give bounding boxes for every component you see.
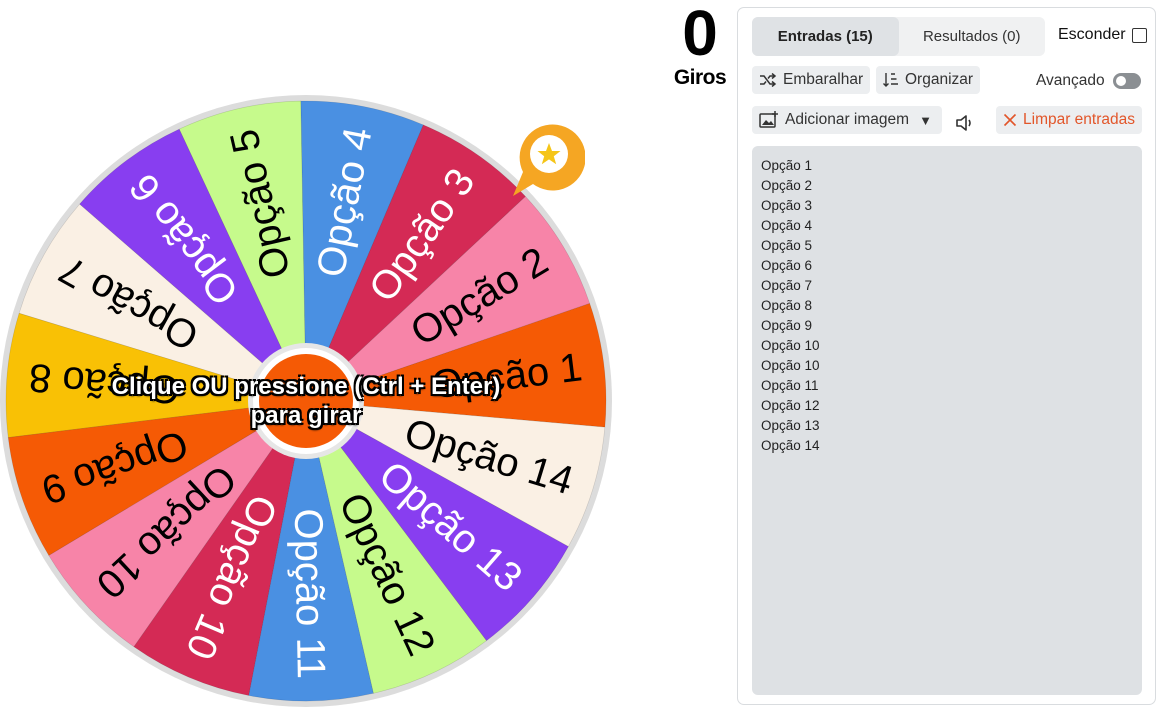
entry-line: Opção 5: [761, 238, 813, 253]
add-image-label: Adicionar imagem: [785, 111, 910, 128]
entry-line: Opção 8: [761, 298, 813, 313]
entry-line: Opção 10: [761, 338, 820, 353]
hide-toggle[interactable]: Esconder: [1058, 26, 1147, 44]
entry-line: Opção 1: [761, 158, 813, 173]
advanced-switch[interactable]: [1112, 73, 1141, 89]
entry-line: Opção 2: [761, 178, 813, 193]
hide-checkbox[interactable]: [1131, 27, 1147, 43]
entries-textarea[interactable]: Opção 1 Opção 2 Opção 3 Opção 4 Opção 5 Opção…: [752, 146, 1142, 695]
spin-counter: 0 Giros: [664, 0, 736, 90]
entry-line: Opção 12: [761, 398, 820, 413]
shuffle-label: Embaralhar: [783, 71, 864, 88]
tab-results[interactable]: Resultados (0): [899, 17, 1046, 56]
wheel-pointer-icon: [513, 124, 585, 196]
clear-entries-button[interactable]: Limpar entradas: [996, 106, 1143, 134]
entry-line: Opção 10: [761, 358, 820, 373]
wheel-slice-label: Opção 11: [286, 508, 333, 679]
advanced-label: Avançado: [1036, 72, 1105, 89]
tab-entries[interactable]: Entradas (15): [752, 17, 899, 56]
entry-line: Opção 6: [761, 258, 813, 273]
add-image-button[interactable]: Adicionar imagem ▼: [752, 106, 942, 134]
panel-tabs: Entradas (15) Resultados (0): [752, 17, 1045, 56]
add-image-icon: [759, 111, 778, 128]
shuffle-icon: [760, 73, 777, 87]
entry-line: Opção 14: [761, 438, 820, 453]
spin-count-value: 0: [682, 0, 718, 69]
sort-label: Organizar: [905, 71, 974, 88]
advanced-toggle[interactable]: Avançado: [1036, 72, 1141, 90]
spin-hint-line-1: Clique OU pressione (Ctrl + Enter): [111, 373, 501, 400]
close-icon: [1003, 113, 1017, 127]
entry-line: Opção 13: [761, 418, 820, 433]
entry-line: Opção 11: [761, 378, 819, 393]
entries-panel: Entradas (15) Resultados (0) Esconder Em…: [737, 7, 1156, 705]
spin-hint: Clique OU pressione (Ctrl + Enter) para …: [56, 372, 556, 430]
hide-label: Esconder: [1058, 26, 1126, 43]
entry-line: Opção 3: [761, 198, 813, 213]
spin-hint-line-2: para girar: [250, 402, 362, 429]
spin-wheel[interactable]: Opção 1Opção 2Opção 3Opção 4Opção 5Opção…: [0, 0, 620, 711]
clear-entries-label: Limpar entradas: [1023, 111, 1136, 128]
speaker-icon[interactable]: [954, 112, 976, 134]
shuffle-button[interactable]: Embaralhar: [752, 66, 871, 94]
entry-line: Opção 7: [761, 278, 813, 293]
dropdown-arrow-icon: ▼: [919, 112, 932, 128]
entry-line: Opção 4: [761, 218, 813, 233]
sort-icon: [883, 73, 898, 87]
entry-line: Opção 9: [761, 318, 813, 333]
sort-button[interactable]: Organizar: [876, 66, 981, 94]
spin-count-label: Giros: [673, 66, 727, 89]
wheel-area[interactable]: Opção 1 Opção 2 Opção 3 Opção 4 Opção 5 Opção…: [0, 0, 620, 711]
